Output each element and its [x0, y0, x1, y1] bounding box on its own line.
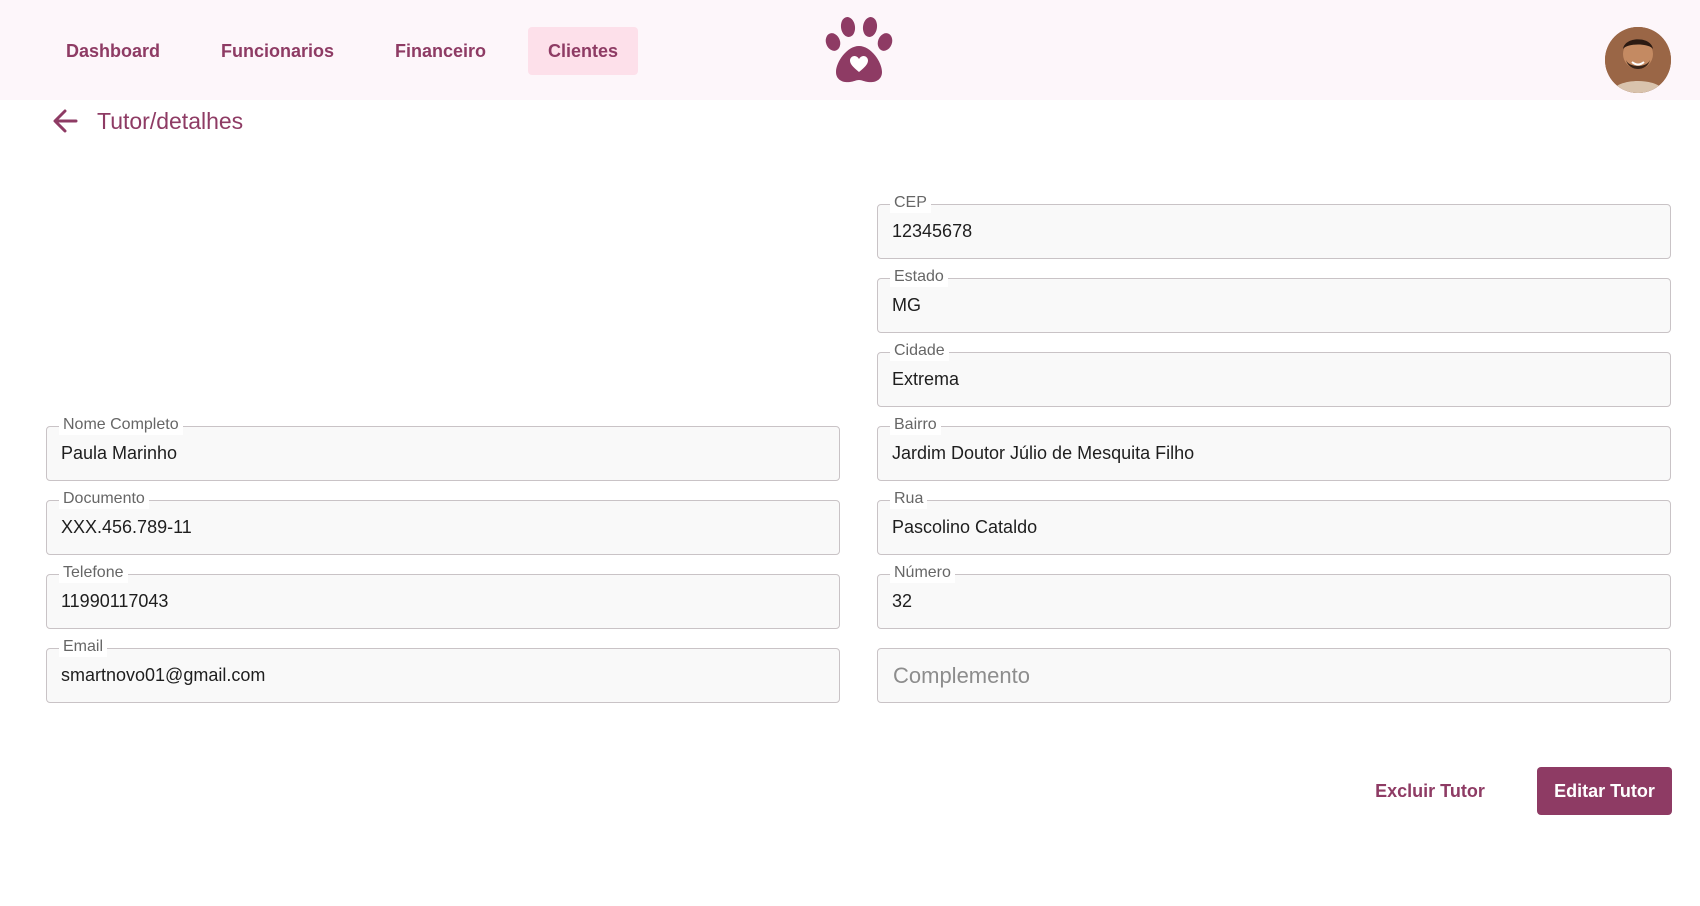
- field-value: 11990117043: [61, 591, 169, 611]
- cidade-field[interactable]: Cidade Extrema: [877, 341, 1671, 407]
- user-avatar[interactable]: [1605, 27, 1671, 93]
- nav-financeiro[interactable]: Financeiro: [375, 27, 506, 75]
- field-value: 32: [892, 591, 913, 611]
- avatar-photo-icon: [1605, 27, 1671, 93]
- top-bar: Dashboard Funcionarios Financeiro Client…: [0, 0, 1700, 100]
- rua-field[interactable]: Rua Pascolino Cataldo: [877, 489, 1671, 555]
- complemento-placeholder: Complemento: [893, 663, 1030, 688]
- field-value: smartnovo01@gmail.com: [61, 665, 266, 685]
- delete-tutor-button[interactable]: Excluir Tutor: [1360, 767, 1500, 815]
- estado-field[interactable]: Estado MG: [877, 267, 1671, 333]
- field-value: Jardim Doutor Júlio de Mesquita Filho: [892, 443, 1195, 463]
- documento-field[interactable]: Documento XXX.456.789-11: [46, 489, 840, 555]
- edit-tutor-button[interactable]: Editar Tutor: [1537, 767, 1672, 815]
- cep-field[interactable]: CEP 12345678: [877, 193, 1671, 259]
- field-value: XXX.456.789-11: [61, 517, 192, 537]
- nav-dashboard[interactable]: Dashboard: [46, 27, 180, 75]
- nav-clientes[interactable]: Clientes: [528, 27, 639, 75]
- nav-funcionarios[interactable]: Funcionarios: [201, 27, 354, 75]
- page-title: Tutor/detalhes: [97, 108, 244, 134]
- bairro-field[interactable]: Bairro Jardim Doutor Júlio de Mesquita F…: [877, 415, 1671, 481]
- telefone-field[interactable]: Telefone 11990117043: [46, 563, 840, 629]
- nome-completo-field[interactable]: Nome Completo Paula Marinho: [46, 415, 840, 481]
- field-value: Extrema: [892, 369, 960, 389]
- field-value: Paula Marinho: [61, 443, 178, 463]
- field-value: 12345678: [892, 221, 973, 241]
- field-value: MG: [892, 295, 921, 315]
- paw-heart-icon: [825, 17, 893, 83]
- arrow-left-icon[interactable]: [48, 104, 82, 138]
- field-value: Pascolino Cataldo: [892, 517, 1038, 537]
- complemento-field[interactable]: Complemento: [877, 648, 1671, 703]
- numero-field[interactable]: Número 32: [877, 563, 1671, 629]
- email-field[interactable]: Email smartnovo01@gmail.com: [46, 637, 840, 703]
